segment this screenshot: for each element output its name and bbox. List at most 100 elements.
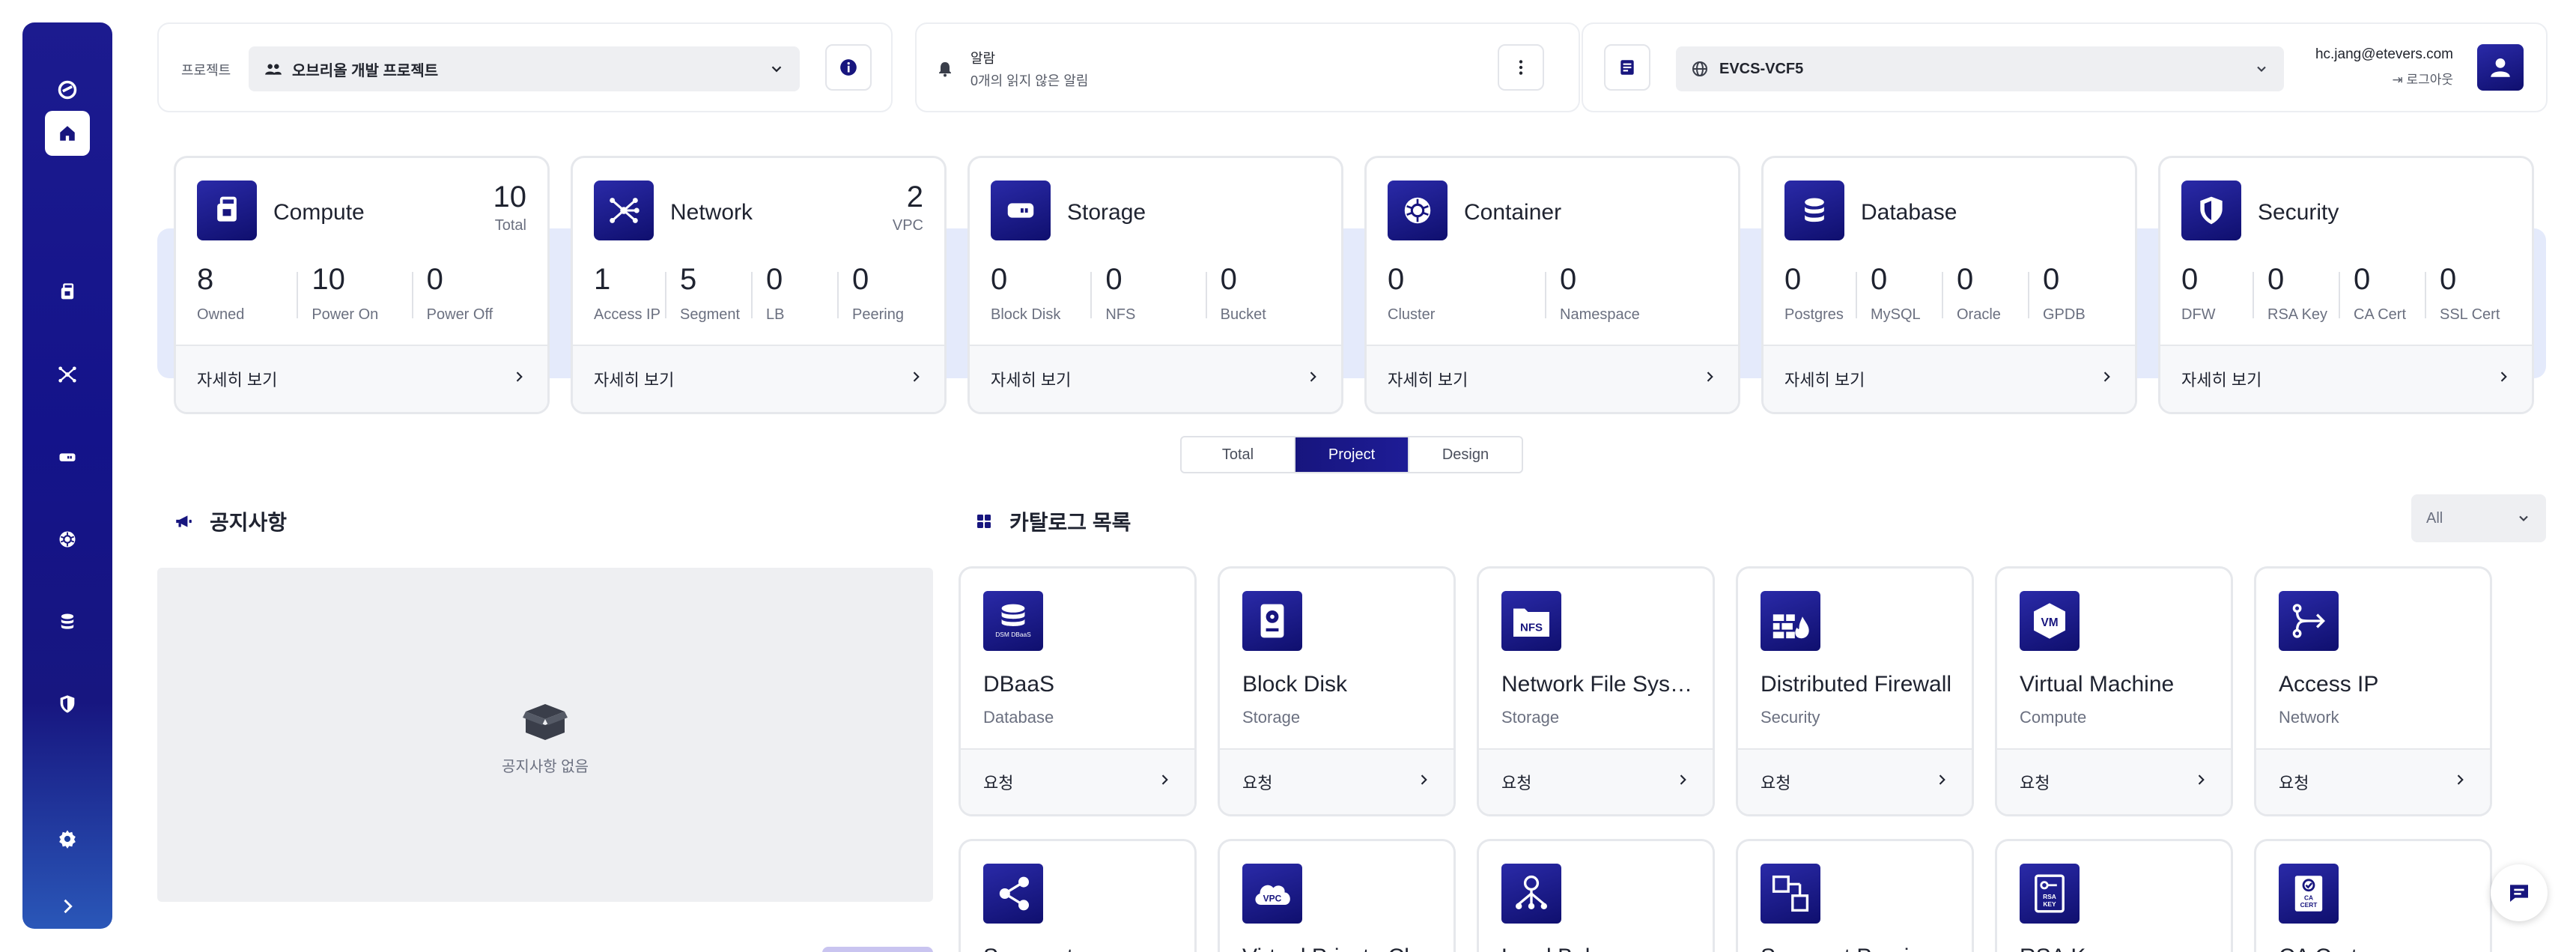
metric-label: Access IP (594, 306, 660, 323)
resource-card-security: Security 0 DFW 0 RSA Key 0 CA Cert 0 SSL Cert 자세히… (2158, 156, 2534, 414)
view-details-button[interactable]: 자세히 보기 (2160, 345, 2532, 412)
catalog-filter[interactable]: All (2411, 494, 2546, 542)
chevron-right-icon (1934, 772, 1949, 792)
request-button[interactable]: 요청 (1997, 748, 2231, 814)
metric: 0 SSL Cert (2425, 261, 2511, 329)
metric-label: LB (766, 306, 785, 323)
toggle-total[interactable]: Total (1182, 437, 1294, 472)
resource-card-container: Container 0 Cluster 0 Namespace 자세히 보기 (1364, 156, 1740, 414)
metric: 0 LB (751, 261, 837, 329)
resource-title: Security (2258, 200, 2339, 225)
note-icon (1620, 60, 1634, 75)
request-button[interactable]: 요청 (1479, 748, 1713, 814)
metric: 0 Namespace (1545, 261, 1717, 329)
metric-label: RSA Key (2267, 306, 2328, 323)
catalog-card[interactable]: VM Virtual Machine Compute 요청 (1995, 566, 2233, 816)
metric-label: Bucket (1220, 306, 1266, 323)
svg-text:RSA: RSA (2043, 893, 2056, 900)
compute-icon[interactable] (22, 270, 112, 315)
resource-card-storage: Storage 0 Block Disk 0 NFS 0 Bucket 자세히 보기 (967, 156, 1343, 414)
catalog-card[interactable]: DSM DBaaS DBaaS Database 요청 (959, 566, 1197, 816)
storage-icon[interactable] (22, 434, 112, 479)
vm-icon: VM (2020, 591, 2080, 651)
metric: 0 GPDB (2028, 261, 2114, 329)
metric-label: Cluster (1388, 306, 1436, 323)
svg-text:DSM DBaaS: DSM DBaaS (995, 631, 1031, 638)
toggle-project[interactable]: Project (1294, 437, 1408, 472)
database-icon[interactable] (22, 599, 112, 644)
chevron-right-icon (2099, 369, 2114, 389)
project-select[interactable]: 오브리올 개발 프로젝트 (249, 46, 800, 91)
metric-label: Power On (312, 306, 379, 323)
chat-icon (2510, 885, 2528, 902)
alert-title: 알람 (970, 51, 996, 66)
catalog-card[interactable]: Distributed Firewall Security 요청 (1736, 566, 1974, 816)
catalog-item-name: Segment Peering (1761, 945, 1955, 952)
request-button[interactable]: 요청 (1220, 748, 1453, 814)
metric-label: SSL Cert (2440, 306, 2500, 323)
request-button[interactable]: 요청 (2256, 748, 2490, 814)
view-details-button[interactable]: 자세히 보기 (970, 345, 1341, 412)
logo-icon[interactable] (22, 67, 112, 112)
svg-text:VM: VM (2041, 616, 2058, 629)
catalog-card[interactable]: Block Disk Storage 요청 (1218, 566, 1456, 816)
logout-icon: ⇥ (2392, 73, 2403, 87)
svg-text:NFS: NFS (1520, 622, 1543, 634)
settings-icon[interactable] (22, 816, 112, 861)
metric: 0 CA Cert (2339, 261, 2425, 329)
svg-text:CA: CA (2304, 894, 2313, 901)
notices-title: 공지사항 (210, 511, 288, 534)
request-button[interactable]: 요청 (961, 748, 1194, 814)
catalog-card[interactable]: Segment Peering (1736, 839, 1974, 952)
more-notices-button[interactable] (822, 947, 933, 952)
metric-value: 0 (2043, 263, 2060, 296)
catalog-card[interactable]: VPC Virtual Private Cloud (1218, 839, 1456, 952)
catalog-card[interactable]: Access IP Network 요청 (2254, 566, 2492, 816)
chevron-right-icon[interactable] (22, 884, 112, 929)
users-icon (265, 64, 282, 75)
container-icon[interactable] (22, 517, 112, 562)
info-button[interactable] (825, 44, 872, 91)
block-disk-icon (1242, 591, 1302, 651)
catalog-card[interactable]: CACERT CA Cert (2254, 839, 2492, 952)
resource-total-value: 2 (906, 181, 923, 213)
view-details-label: 자세히 보기 (197, 371, 278, 389)
more-button[interactable] (1498, 44, 1544, 91)
metric: 0 Postgres (1784, 261, 1856, 329)
security-icon[interactable] (22, 682, 112, 727)
toggle-design[interactable]: Design (1408, 437, 1522, 472)
security-icon (2181, 181, 2241, 240)
request-label: 요청 (2279, 774, 2309, 792)
metric: 0 NFS (1090, 261, 1205, 329)
view-details-label: 자세히 보기 (1784, 371, 1865, 389)
region-select[interactable]: EVCS-VCF5 (1676, 46, 2284, 91)
avatar[interactable] (2477, 44, 2524, 91)
catalog-card[interactable]: NFS Network File System Storage 요청 (1477, 566, 1715, 816)
request-label: 요청 (2020, 774, 2050, 792)
view-details-button[interactable]: 자세히 보기 (1367, 345, 1738, 412)
catalog-item-name: Access IP (2279, 672, 2379, 697)
catalog-item-category: Storage (1242, 708, 1301, 727)
catalog-item-category: Storage (1501, 708, 1560, 727)
info-icon (840, 59, 857, 76)
logout-link[interactable]: ⇥ 로그아웃 (2315, 69, 2453, 88)
view-details-button[interactable]: 자세히 보기 (1764, 345, 2135, 412)
catalog-card[interactable]: RSAKEY RSA Key (1995, 839, 2233, 952)
view-details-button[interactable]: 자세히 보기 (176, 345, 547, 412)
clipboard-button[interactable] (1604, 44, 1650, 91)
request-button[interactable]: 요청 (1738, 748, 1972, 814)
metric-label: Block Disk (991, 306, 1061, 323)
resource-title: Container (1464, 200, 1562, 225)
catalog-card[interactable]: Load Balancer (1477, 839, 1715, 952)
metric: 8 Owned (197, 261, 297, 329)
metric-value: 0 (1105, 263, 1123, 296)
chat-button[interactable] (2491, 864, 2548, 921)
home-icon[interactable] (45, 111, 90, 156)
catalog-card[interactable]: Segment (959, 839, 1197, 952)
network-icon[interactable] (22, 352, 112, 397)
alert-subtitle: 0개의 읽지 않은 알림 (970, 73, 1089, 88)
view-details-button[interactable]: 자세히 보기 (573, 345, 944, 412)
empty-box-icon (523, 704, 568, 740)
user-card: EVCS-VCF5 hc.jang@etevers.com ⇥ 로그아웃 (1582, 22, 2548, 112)
peering-icon (1761, 864, 1820, 924)
